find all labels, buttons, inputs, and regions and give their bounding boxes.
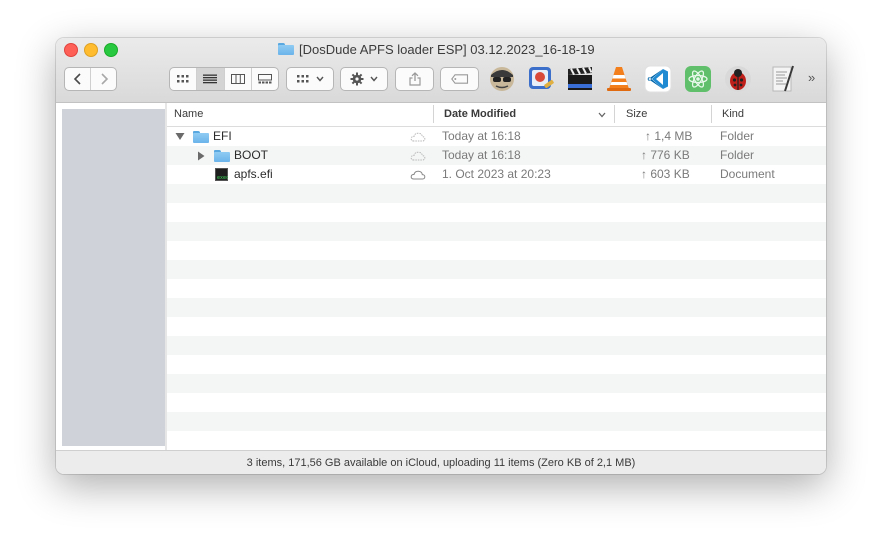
chevron-down-icon bbox=[316, 76, 324, 82]
group-by-icon bbox=[297, 75, 309, 83]
forward-button[interactable] bbox=[90, 68, 116, 90]
spy-app-icon bbox=[490, 67, 514, 91]
column-view-icon bbox=[230, 74, 245, 84]
file-row-efi[interactable]: EFI Today at 16:18 ↑ 1,4 MB Folder bbox=[167, 127, 826, 146]
file-name: BOOT bbox=[234, 148, 269, 162]
tag-icon bbox=[450, 74, 468, 84]
column-divider[interactable] bbox=[614, 105, 615, 123]
empty-row bbox=[167, 317, 826, 336]
sidebar[interactable] bbox=[62, 109, 165, 446]
cloud-upload-icon bbox=[410, 170, 426, 180]
svg-text:exec: exec bbox=[217, 175, 228, 181]
empty-row bbox=[167, 374, 826, 393]
gear-icon bbox=[350, 72, 364, 86]
toolbar-overflow-button[interactable]: » bbox=[808, 70, 815, 85]
chevron-down-icon bbox=[370, 76, 378, 82]
column-kind-header[interactable]: Kind bbox=[722, 103, 744, 126]
share-icon bbox=[408, 72, 421, 86]
finder-window: [DosDude APFS loader ESP] 03.12.2023_16-… bbox=[56, 38, 826, 474]
share-button[interactable] bbox=[395, 67, 434, 91]
ladybug-app-button[interactable] bbox=[723, 64, 753, 94]
empty-row bbox=[167, 203, 826, 222]
clapperboard-app-icon bbox=[568, 66, 593, 90]
file-kind: Document bbox=[720, 167, 775, 181]
zoom-window-button[interactable] bbox=[104, 43, 118, 57]
vlc-app-button[interactable] bbox=[604, 64, 634, 94]
group-by-button[interactable] bbox=[286, 67, 334, 91]
tag-button[interactable] bbox=[440, 67, 479, 91]
empty-row bbox=[167, 336, 826, 355]
file-kind: Folder bbox=[720, 148, 755, 162]
vscode-app-button[interactable] bbox=[643, 64, 673, 94]
action-menu-button[interactable] bbox=[340, 67, 388, 91]
navigation-group bbox=[64, 67, 117, 91]
window-title: [DosDude APFS loader ESP] 03.12.2023_16-… bbox=[278, 41, 595, 57]
column-name-header[interactable]: Name bbox=[174, 103, 203, 126]
clapperboard-app-button[interactable] bbox=[565, 64, 595, 94]
status-bar: 3 items, 171,56 GB available on iCloud, … bbox=[56, 450, 826, 474]
titlebar: [DosDude APFS loader ESP] 03.12.2023_16-… bbox=[56, 38, 826, 103]
view-mode-group bbox=[169, 67, 279, 91]
file-size: ↑ 776 KB bbox=[641, 148, 690, 162]
file-row-boot[interactable]: BOOT Today at 16:18 ↑ 776 KB Folder bbox=[167, 146, 826, 165]
scanner-app-button[interactable] bbox=[526, 64, 556, 94]
disclosure-collapsed-icon[interactable] bbox=[197, 151, 205, 161]
script-editor-app-icon bbox=[772, 65, 794, 92]
empty-row bbox=[167, 355, 826, 374]
cloud-upload-icon bbox=[410, 132, 426, 142]
atom-app-button[interactable] bbox=[683, 64, 713, 94]
empty-row bbox=[167, 298, 826, 317]
file-date: 1. Oct 2023 at 20:23 bbox=[442, 167, 551, 181]
empty-row bbox=[167, 260, 826, 279]
minimize-window-button[interactable] bbox=[84, 43, 98, 57]
empty-row bbox=[167, 184, 826, 203]
column-divider[interactable] bbox=[433, 105, 434, 123]
chevron-right-icon bbox=[100, 73, 108, 85]
file-date: Today at 16:18 bbox=[442, 148, 521, 162]
empty-row bbox=[167, 393, 826, 412]
vscode-app-icon bbox=[644, 65, 672, 93]
file-name: EFI bbox=[213, 129, 232, 143]
file-size: ↑ 603 KB bbox=[641, 167, 690, 181]
column-divider[interactable] bbox=[711, 105, 712, 123]
close-window-button[interactable] bbox=[64, 43, 78, 57]
exec-file-icon: exec bbox=[215, 168, 228, 181]
gallery-view-button[interactable] bbox=[250, 68, 278, 90]
script-editor-app-button[interactable] bbox=[768, 64, 798, 94]
gallery-view-icon bbox=[257, 74, 272, 84]
icon-view-icon bbox=[177, 75, 189, 83]
list-view-button[interactable] bbox=[196, 68, 224, 90]
folder-icon bbox=[278, 43, 294, 55]
empty-row bbox=[167, 412, 826, 431]
file-name: apfs.efi bbox=[234, 167, 273, 181]
scanner-app-icon bbox=[529, 67, 554, 89]
column-header: Name Date Modified Size Kind bbox=[167, 103, 826, 127]
cloud-upload-icon bbox=[410, 151, 426, 161]
file-row-apfs-efi[interactable]: exec apfs.efi 1. Oct 2023 at 20:23 ↑ 603… bbox=[167, 165, 826, 184]
ladybug-app-icon bbox=[725, 66, 751, 92]
spy-app-button[interactable] bbox=[487, 64, 517, 94]
file-list: EFI Today at 16:18 ↑ 1,4 MB Folder BOOT … bbox=[167, 127, 826, 447]
column-size-header[interactable]: Size bbox=[626, 103, 647, 126]
file-size: ↑ 1,4 MB bbox=[645, 129, 693, 143]
column-date-header[interactable]: Date Modified bbox=[444, 103, 516, 126]
sort-descending-icon bbox=[598, 112, 606, 118]
chevron-left-icon bbox=[73, 73, 81, 85]
atom-app-icon bbox=[685, 66, 711, 92]
file-kind: Folder bbox=[720, 129, 755, 143]
back-button[interactable] bbox=[65, 68, 90, 90]
window-title-text: [DosDude APFS loader ESP] 03.12.2023_16-… bbox=[299, 41, 595, 57]
empty-row bbox=[167, 222, 826, 241]
column-view-button[interactable] bbox=[223, 68, 251, 90]
vlc-app-icon bbox=[607, 67, 631, 91]
list-view-icon bbox=[203, 74, 218, 84]
empty-row bbox=[167, 279, 826, 298]
status-text: 3 items, 171,56 GB available on iCloud, … bbox=[246, 457, 636, 469]
file-date: Today at 16:18 bbox=[442, 129, 521, 143]
disclosure-expanded-icon[interactable] bbox=[175, 132, 185, 141]
icon-view-button[interactable] bbox=[170, 68, 196, 90]
empty-row bbox=[167, 241, 826, 260]
